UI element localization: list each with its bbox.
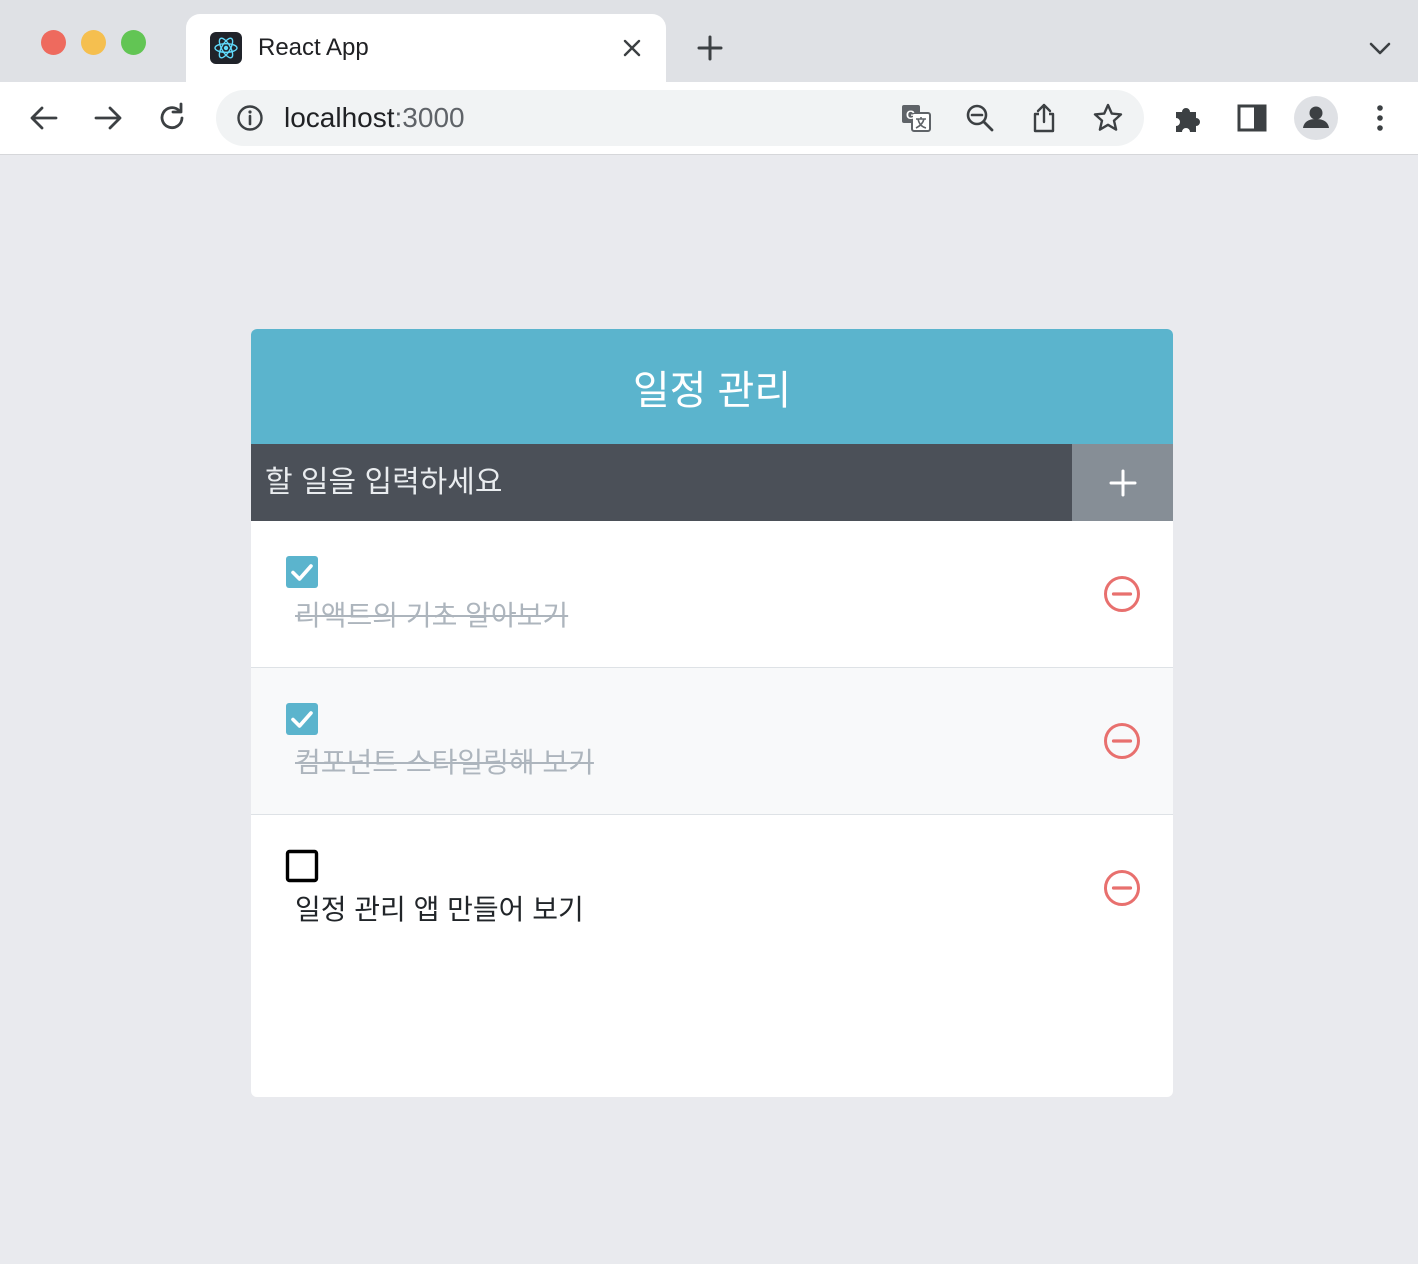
minimize-window-button[interactable] [81, 30, 106, 55]
todo-template: 일정 관리 리액트의 기초 알아보기컴포넌트 스타일링해 보기일정 관리 앱 만… [251, 329, 1173, 1097]
more-vertical-icon[interactable] [1362, 100, 1398, 136]
url-host: localhost [284, 102, 395, 133]
remove-circle-icon[interactable] [1103, 575, 1141, 613]
remove-circle-icon[interactable] [1103, 722, 1141, 760]
todo-item: 컴포넌트 스타일링해 보기 [251, 667, 1173, 814]
unchecked-checkbox-icon[interactable] [285, 849, 319, 883]
new-tab-icon[interactable] [694, 32, 726, 64]
tab-bar: React App [0, 0, 1418, 82]
forward-arrow-icon[interactable] [90, 100, 126, 136]
translate-icon[interactable]: G [900, 102, 932, 134]
reload-icon[interactable] [154, 100, 190, 136]
url-text[interactable]: localhost:3000 [284, 102, 465, 134]
browser-tab[interactable]: React App [186, 14, 666, 82]
todo-text: 컴포넌트 스타일링해 보기 [295, 747, 594, 778]
checked-checkbox-icon[interactable] [285, 702, 319, 736]
maximize-window-button[interactable] [121, 30, 146, 55]
chevron-down-icon[interactable] [1366, 36, 1394, 60]
zoom-out-icon[interactable] [964, 102, 996, 134]
todo-input[interactable] [251, 444, 1072, 521]
tab-close-icon[interactable] [618, 34, 646, 62]
site-info-icon[interactable] [236, 104, 264, 132]
todo-insert-form [251, 444, 1173, 521]
plus-icon [1109, 469, 1136, 496]
profile-avatar-icon[interactable] [1294, 96, 1338, 140]
back-arrow-icon[interactable] [26, 100, 62, 136]
todo-text: 리액트의 기초 알아보기 [295, 600, 569, 631]
svg-text:G: G [906, 108, 915, 122]
side-panel-icon[interactable] [1234, 100, 1270, 136]
browser-toolbar: localhost:3000 G [0, 82, 1418, 155]
todo-item: 일정 관리 앱 만들어 보기 [251, 814, 1173, 961]
remove-circle-icon[interactable] [1103, 869, 1141, 907]
address-bar[interactable]: localhost:3000 G [216, 90, 1144, 146]
close-window-button[interactable] [41, 30, 66, 55]
checked-checkbox-icon[interactable] [285, 555, 319, 589]
bookmark-star-icon[interactable] [1092, 102, 1124, 134]
todo-list: 리액트의 기초 알아보기컴포넌트 스타일링해 보기일정 관리 앱 만들어 보기 [251, 521, 1173, 1097]
extensions-puzzle-icon[interactable] [1170, 100, 1206, 136]
tab-title: React App [258, 34, 369, 61]
app-title: 일정 관리 [251, 329, 1173, 444]
todo-text: 일정 관리 앱 만들어 보기 [295, 894, 584, 925]
add-todo-button[interactable] [1072, 444, 1173, 521]
share-icon[interactable] [1028, 102, 1060, 134]
react-logo-icon [210, 32, 242, 64]
todo-item: 리액트의 기초 알아보기 [251, 521, 1173, 667]
url-port: :3000 [394, 102, 465, 133]
